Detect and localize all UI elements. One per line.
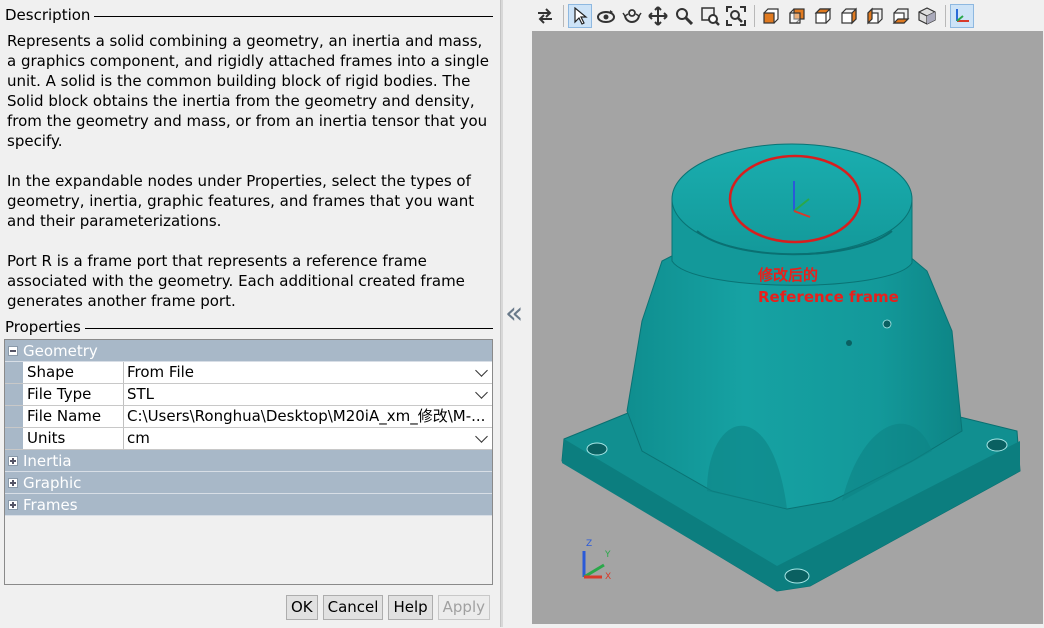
file-name-value: C:\Users\Ronghua\Desktop\M20iA_xm_修改\M-.… <box>127 407 486 425</box>
description-title: Description <box>5 6 91 24</box>
block-parameters-panel: Description Represents a solid combining… <box>0 0 498 627</box>
collapse-icon[interactable] <box>8 345 18 356</box>
divider-line <box>84 327 493 329</box>
file-name-row: File Name C:\Users\Ronghua\Desktop\M20iA… <box>5 406 492 428</box>
rotate-icon[interactable] <box>594 4 618 28</box>
geometry-label: Geometry <box>23 341 98 360</box>
zoom-icon[interactable] <box>672 4 696 28</box>
annotation-text-line2: Reference frame <box>758 288 899 306</box>
inertia-label: Inertia <box>23 451 72 470</box>
description-paragraph: Port R is a frame port that represents a… <box>7 252 465 310</box>
shape-label: Shape <box>23 362 124 383</box>
description-header: Description <box>5 6 493 24</box>
file-name-label: File Name <box>23 406 124 427</box>
view-iso-icon[interactable] <box>915 4 939 28</box>
units-value: cm <box>127 429 150 447</box>
frame-toggle-icon[interactable] <box>950 4 974 28</box>
dialog-buttons: OK Cancel Help Apply <box>285 595 490 620</box>
units-dropdown[interactable]: cm <box>124 428 492 449</box>
cancel-button[interactable]: Cancel <box>322 595 384 620</box>
frames-label: Frames <box>23 495 78 514</box>
description-text: Represents a solid combining a geometry,… <box>7 31 491 331</box>
swap-icon[interactable] <box>533 4 557 28</box>
divider-line <box>94 15 493 17</box>
3d-viewport[interactable]: 修改后的 Reference frame Z Y X <box>532 31 1043 624</box>
properties-title: Properties <box>5 318 81 336</box>
fit-view-icon[interactable] <box>724 4 748 28</box>
toolbar-separator <box>563 5 564 27</box>
pan-icon[interactable] <box>646 4 670 28</box>
toolbar-separator <box>945 5 946 27</box>
inertia-node[interactable]: Inertia <box>5 450 492 472</box>
view-top-icon[interactable] <box>863 4 887 28</box>
geometry-viewer: « 修改后的 Reference frame Z Y X <box>503 0 1044 627</box>
help-button[interactable]: Help <box>388 595 433 620</box>
solid-model <box>561 143 1021 592</box>
expand-icon[interactable] <box>8 477 18 488</box>
box-zoom-icon[interactable] <box>698 4 722 28</box>
file-type-label: File Type <box>23 384 124 405</box>
graphic-label: Graphic <box>23 473 82 492</box>
shape-value: From File <box>127 363 195 381</box>
triad-x-label: X <box>605 572 612 582</box>
file-type-value: STL <box>127 385 155 403</box>
units-row: Units cm <box>5 428 492 450</box>
apply-button[interactable]: Apply <box>437 595 490 620</box>
viewer-toolbar <box>533 2 976 30</box>
annotation-text-line1: 修改后的 <box>758 266 819 284</box>
view-left-icon[interactable] <box>811 4 835 28</box>
description-paragraph: In the expandable nodes under Properties… <box>7 172 475 230</box>
property-tree: Geometry Shape From File File Type STL F… <box>4 339 493 585</box>
frames-node[interactable]: Frames <box>5 494 492 516</box>
triad-z-label: Z <box>586 539 593 549</box>
toolbar-separator <box>754 5 755 27</box>
collapse-panel-icon[interactable]: « <box>505 296 523 331</box>
properties-header: Properties <box>5 318 493 336</box>
chevron-down-icon[interactable] <box>475 363 488 377</box>
view-front-icon[interactable] <box>759 4 783 28</box>
description-paragraph: Represents a solid combining a geometry,… <box>7 32 489 150</box>
row-gutter <box>5 384 23 405</box>
expand-icon[interactable] <box>8 499 18 510</box>
file-name-field[interactable]: C:\Users\Ronghua\Desktop\M20iA_xm_修改\M-.… <box>124 406 492 427</box>
select-pointer-icon[interactable] <box>568 4 592 28</box>
shape-row: Shape From File <box>5 362 492 384</box>
geometry-node[interactable]: Geometry <box>5 340 492 362</box>
ok-button[interactable]: OK <box>285 595 318 620</box>
shape-dropdown[interactable]: From File <box>124 362 492 383</box>
row-gutter <box>5 362 23 383</box>
roll-icon[interactable] <box>620 4 644 28</box>
chevron-down-icon[interactable] <box>475 429 488 443</box>
file-type-row: File Type STL <box>5 384 492 406</box>
chevron-down-icon[interactable] <box>475 385 488 399</box>
units-label: Units <box>23 428 124 449</box>
triad-y-label: Y <box>605 550 611 560</box>
view-back-icon[interactable] <box>785 4 809 28</box>
view-bottom-icon[interactable] <box>889 4 913 28</box>
file-type-dropdown[interactable]: STL <box>124 384 492 405</box>
view-right-icon[interactable] <box>837 4 861 28</box>
row-gutter <box>5 406 23 427</box>
expand-icon[interactable] <box>8 455 18 466</box>
row-gutter <box>5 428 23 449</box>
graphic-node[interactable]: Graphic <box>5 472 492 494</box>
